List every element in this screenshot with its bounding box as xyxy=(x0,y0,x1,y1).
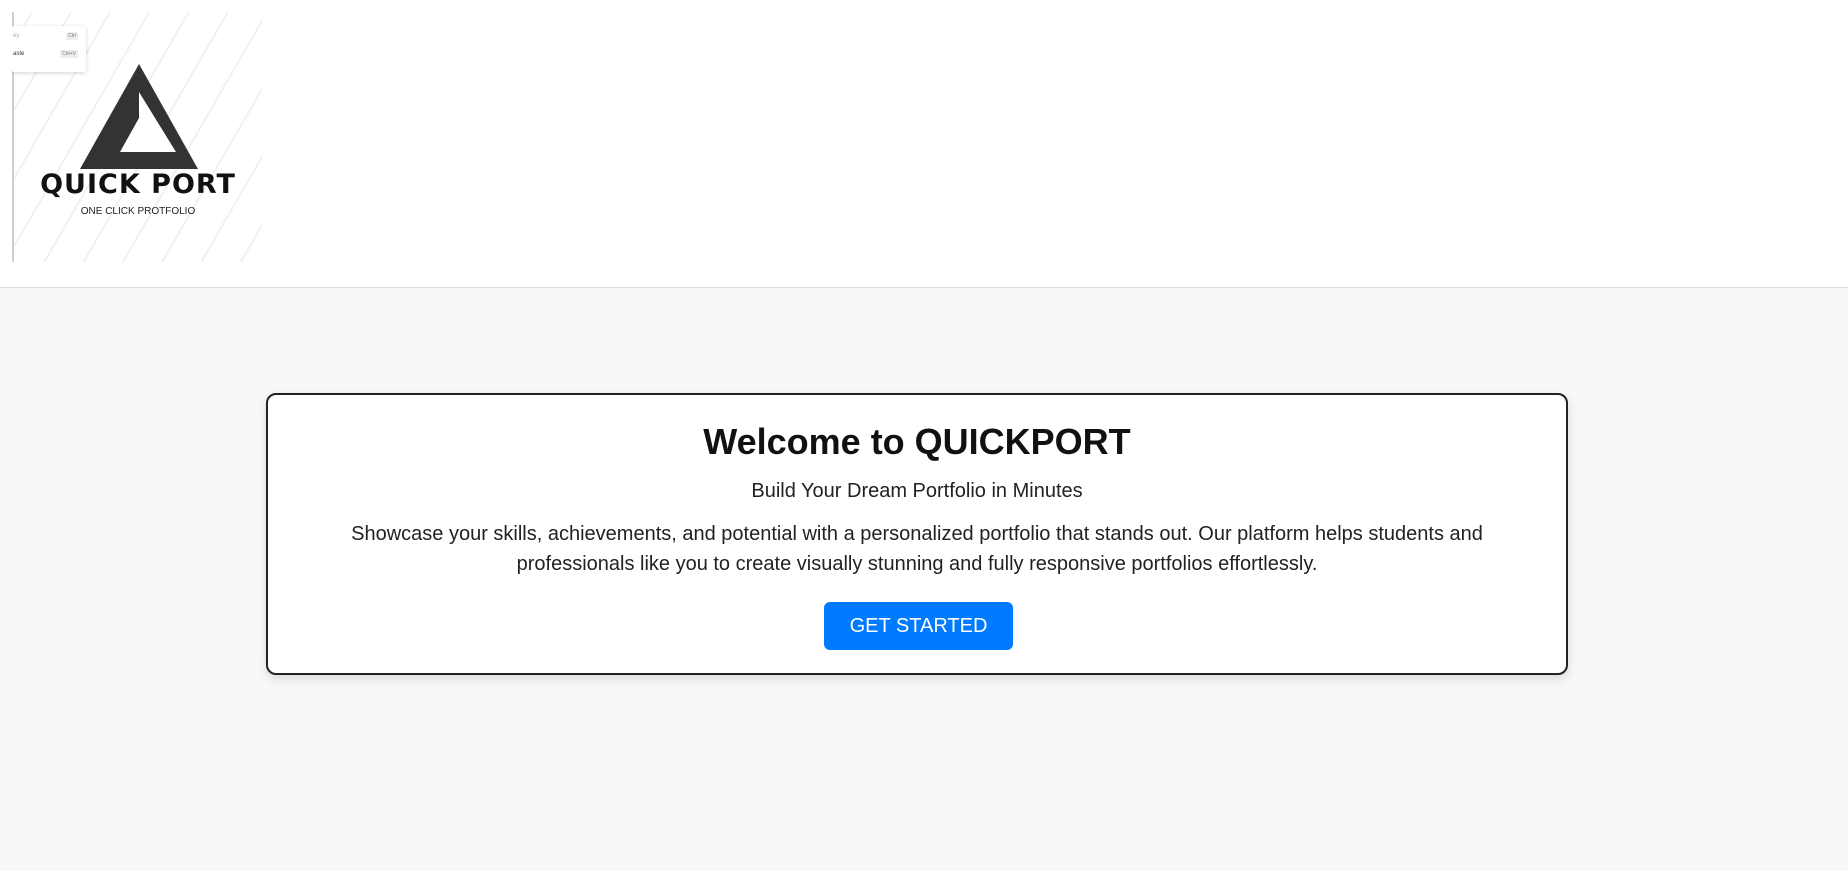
menu-fragment-label: aste xyxy=(13,51,25,57)
menu-fragment-shortcut: Ctrl+V xyxy=(59,50,78,58)
triangle-logo-icon xyxy=(80,64,198,169)
menu-fragment-row: aste Ctrl+V xyxy=(12,48,86,62)
hero-description: Showcase your skills, achievements, and … xyxy=(351,523,1483,575)
site-header: ey Ctrl aste Ctrl+V QUICK PORT ONE CLICK… xyxy=(0,0,1848,288)
page-title: Welcome to QUICKPORT xyxy=(703,421,1131,462)
get-started-button[interactable]: GET STARTED xyxy=(824,602,1013,650)
logo-tagline: ONE CLICK PROTFOLIO xyxy=(80,206,196,217)
logo-title: QUICK PORT xyxy=(40,169,236,200)
welcome-card: Welcome to QUICKPORT Build Your Dream Po… xyxy=(266,393,1568,675)
context-menu-fragment: ey Ctrl aste Ctrl+V xyxy=(12,26,86,72)
menu-fragment-shortcut: Ctrl xyxy=(66,32,78,40)
hero-subtitle: Build Your Dream Portfolio in Minutes xyxy=(751,480,1083,502)
menu-fragment-label: ey xyxy=(13,33,20,39)
site-logo[interactable]: ey Ctrl aste Ctrl+V QUICK PORT ONE CLICK… xyxy=(12,12,262,262)
menu-fragment-row: ey Ctrl xyxy=(12,30,86,44)
